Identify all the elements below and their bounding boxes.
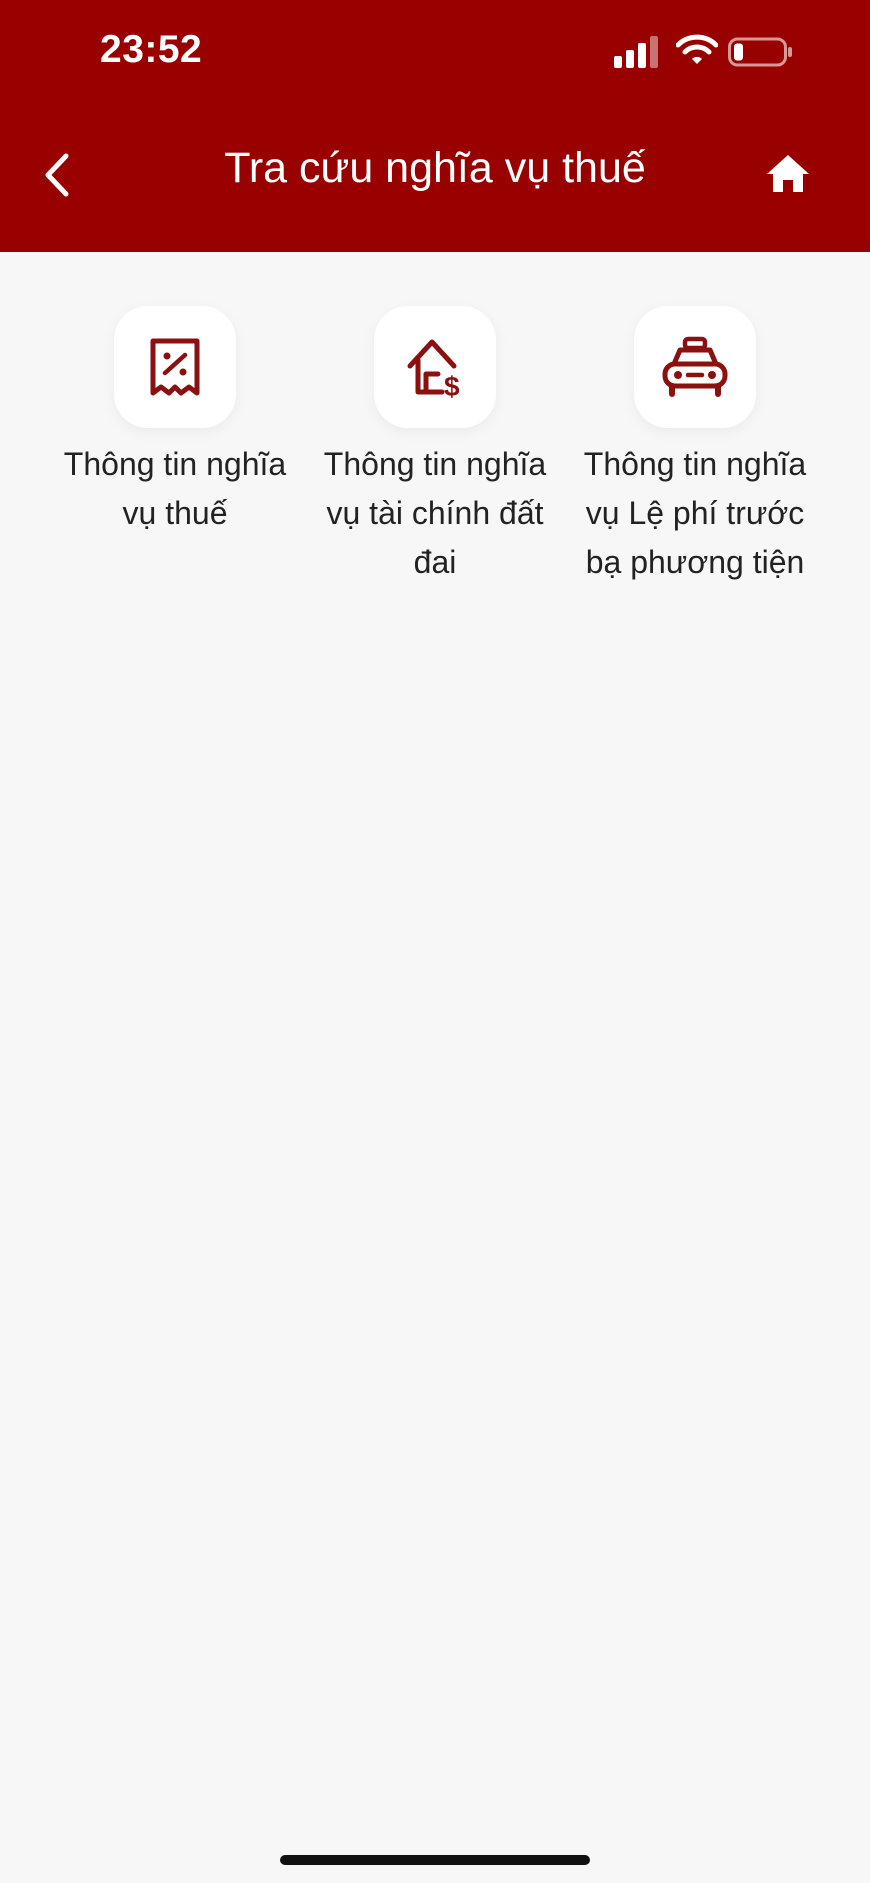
- status-icons: [614, 34, 804, 70]
- taxi-icon: [662, 336, 728, 397]
- page-title: Tra cứu nghĩa vụ thuế: [224, 144, 646, 192]
- svg-text:$: $: [444, 371, 460, 400]
- home-icon: [767, 155, 809, 192]
- signal-icon: [614, 36, 658, 68]
- wifi-icon: [676, 34, 718, 64]
- back-button[interactable]: [36, 148, 80, 202]
- menu-item-label: Thông tin nghĩa vụ Lệ phí trước bạ phươn…: [583, 446, 807, 580]
- app-header: 23:52 Tra cứu nghĩa vụ thuế: [0, 0, 870, 252]
- menu-grid: Thông tin nghĩa vụ thuế $ Thông tin nghĩ…: [0, 306, 870, 646]
- home-indicator[interactable]: [280, 1855, 590, 1865]
- status-time: 23:52: [100, 28, 203, 71]
- battery-icon: [728, 37, 792, 67]
- chevron-left-icon: [45, 153, 69, 197]
- menu-icon-box[interactable]: [114, 306, 236, 428]
- menu-icon-box[interactable]: $: [374, 306, 496, 428]
- home-button[interactable]: [764, 152, 812, 196]
- house-dollar-icon: $: [407, 339, 460, 400]
- menu-item-label: Thông tin nghĩa vụ tài chính đất đai: [323, 446, 547, 580]
- menu-item-registration-fee[interactable]: Thông tin nghĩa vụ Lệ phí trước bạ phươn…: [580, 306, 810, 587]
- menu-item-tax-obligation[interactable]: Thông tin nghĩa vụ thuế: [60, 306, 290, 538]
- menu-icon-box[interactable]: [634, 306, 756, 428]
- menu-item-land-finance[interactable]: $ Thông tin nghĩa vụ tài chính đất đai: [320, 306, 550, 587]
- receipt-percent-icon: [150, 338, 200, 396]
- menu-item-label: Thông tin nghĩa vụ thuế: [63, 446, 287, 531]
